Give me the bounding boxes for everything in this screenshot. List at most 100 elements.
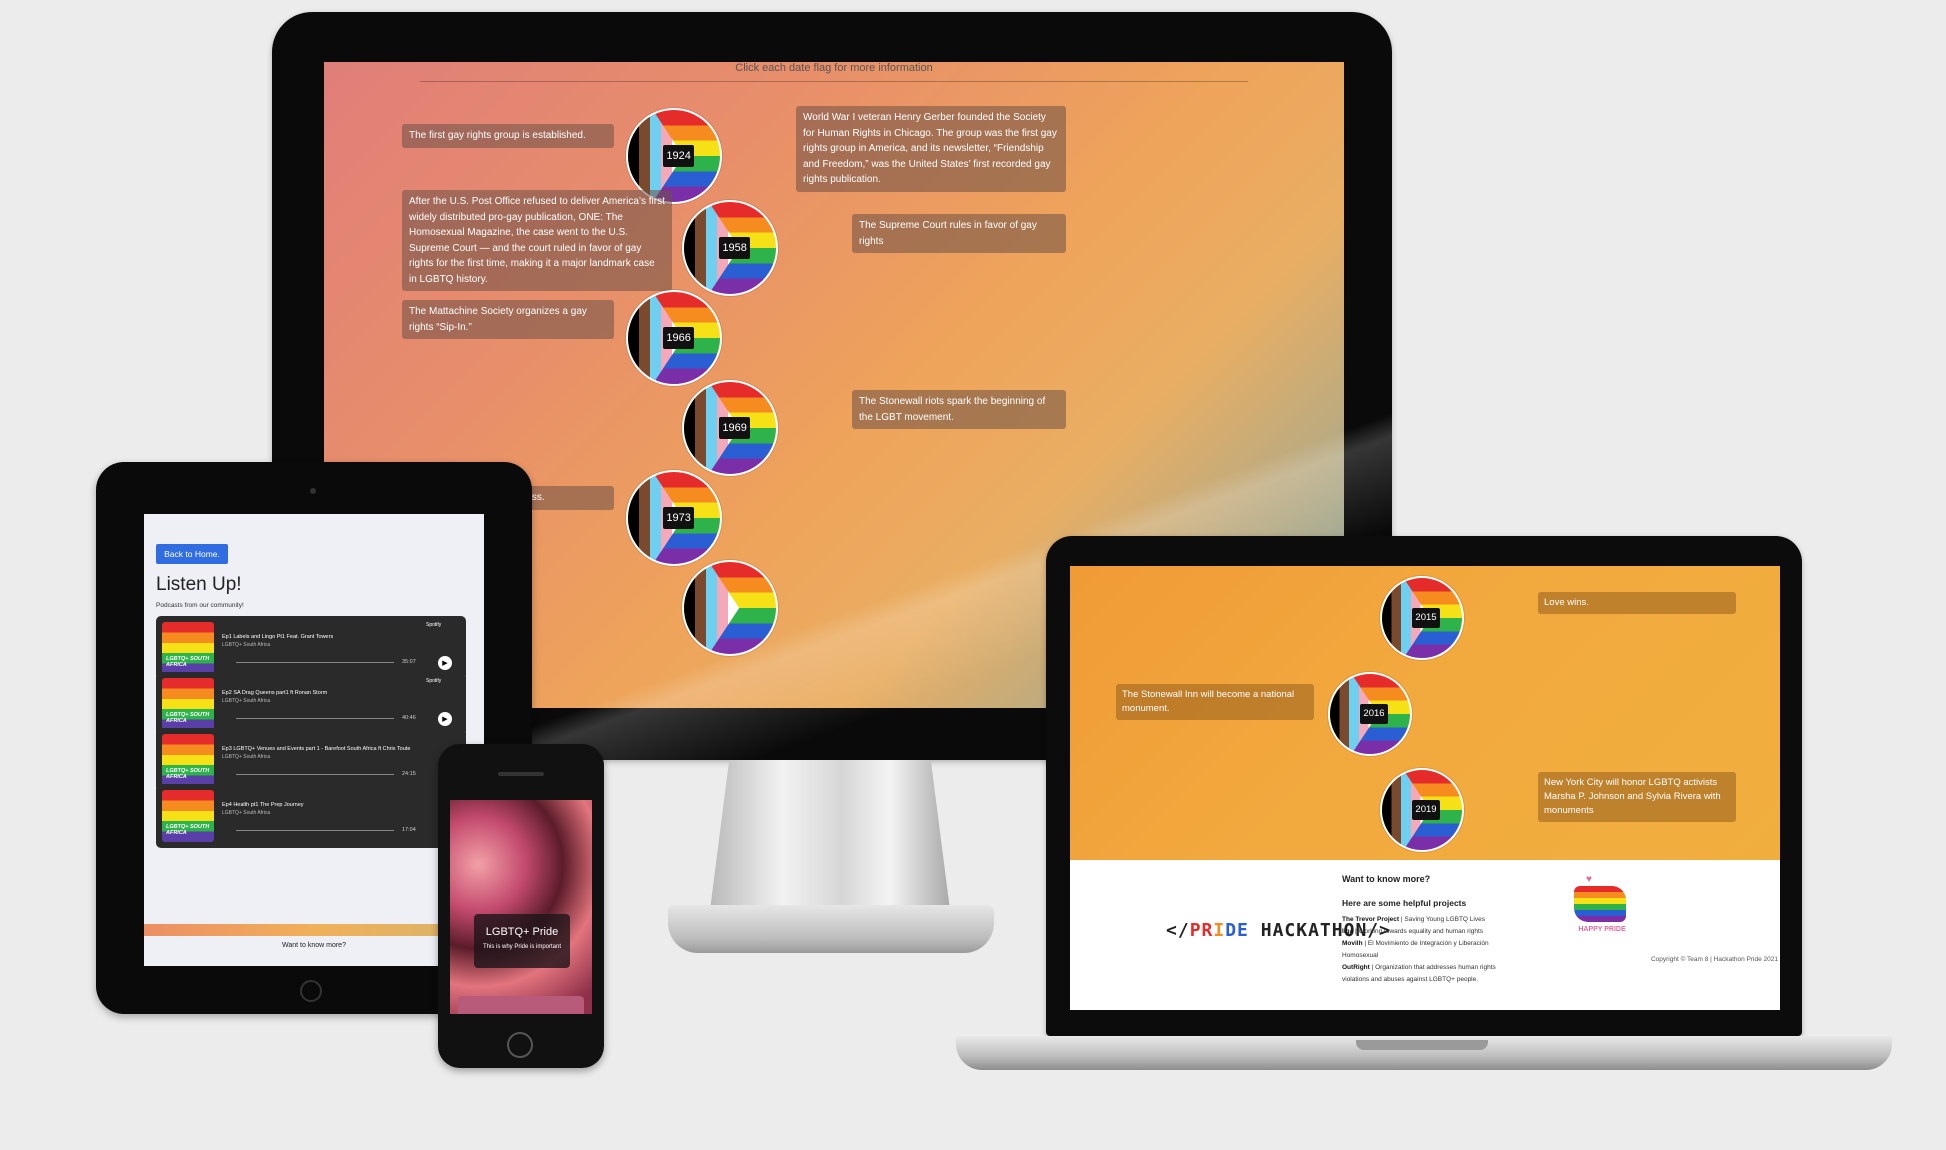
project-desc: | Saving Young LGBTQ Lives — [1399, 916, 1485, 923]
progress-bar[interactable] — [236, 774, 394, 775]
podcast-cover: LGBTQ+ SOUTH AFRICA — [162, 734, 214, 786]
monitor-stand-base — [668, 905, 994, 953]
flag-1973-button[interactable]: 1973 — [626, 470, 722, 566]
duration: 24:15 — [402, 771, 416, 777]
year-label: 1966 — [662, 326, 695, 350]
monitor-stand — [710, 760, 950, 910]
page-title: Listen Up! — [156, 574, 242, 595]
cover-text: LGBTQ+ SOUTH AFRICA — [166, 768, 210, 780]
project-item: OutRight | Organization that addresses h… — [1342, 962, 1522, 986]
podcast-player[interactable]: LGBTQ+ SOUTH AFRICA Ep4 Health pt1 The P… — [156, 784, 466, 848]
phone-screen: LGBTQ+ Pride This is why Pride is import… — [450, 800, 592, 1014]
podcast-player[interactable]: LGBTQ+ SOUTH AFRICA Ep2 SA Drag Queens p… — [156, 672, 466, 736]
phone: LGBTQ+ Pride This is why Pride is import… — [438, 744, 604, 1068]
footer-heading: Want to know more? — [1342, 874, 1431, 884]
logo-i: I — [1213, 920, 1226, 941]
podcast-title: Ep1 Labels and Lingo Pt1 Feat. Grant Tow… — [222, 634, 334, 640]
happy-pride-illustration: ♥ — [1570, 874, 1630, 930]
event-1969-summary: The Stonewall riots spark the beginning … — [852, 390, 1066, 429]
event-1924-detail: World War I veteran Henry Gerber founded… — [796, 106, 1066, 192]
podcast-title: Ep2 SA Drag Queens part1 ft Ronan Storm — [222, 690, 328, 696]
event-1966-summary: The Mattachine Society organizes a gay r… — [402, 300, 614, 339]
event-2015-summary: Love wins. — [1538, 592, 1736, 614]
year-label: 1973 — [662, 506, 695, 530]
speaker-icon — [498, 772, 544, 776]
rainbow-flag-icon — [1574, 886, 1626, 922]
project-item: The Trevor Project | Saving Young LGBTQ … — [1342, 914, 1522, 926]
year-label: 1924 — [662, 144, 695, 168]
play-icon[interactable]: ▶ — [438, 712, 452, 726]
event-1958-summary: The Supreme Court rules in favor of gay … — [852, 214, 1066, 253]
laptop: 2015 Love wins. The Stonewall Inn will b… — [1046, 536, 1802, 1036]
flag-2019-button[interactable]: 2019 — [1380, 768, 1464, 852]
site-footer: </PRIDE HACKATHON/> Want to know more? H… — [1070, 860, 1780, 1010]
duration: 40:46 — [402, 715, 416, 721]
page-subtitle: Podcasts from our community! — [156, 602, 244, 609]
play-icon[interactable]: ▶ — [438, 656, 452, 670]
hero-subtitle: This is why Pride is important — [482, 944, 562, 950]
gradient-strip — [144, 924, 484, 936]
project-link[interactable]: The Trevor Project — [1342, 916, 1399, 923]
year-label: 2015 — [1412, 608, 1440, 628]
duration: 17:04 — [402, 827, 416, 833]
event-2016-summary: The Stonewall Inn will become a national… — [1116, 684, 1314, 720]
logo-open: </ — [1166, 920, 1190, 941]
progress-bar[interactable] — [236, 718, 394, 719]
year-label: 1969 — [718, 416, 751, 440]
year-label: 1958 — [718, 236, 751, 260]
podcast-title: Ep3 LGBTQ+ Venues and Events part 1 - Ba… — [222, 746, 411, 752]
logo-de: DE — [1225, 920, 1249, 941]
year-label: 2016 — [1360, 704, 1388, 724]
phone-nav-button[interactable] — [458, 996, 584, 1014]
want-to-know-more: Want to know more? — [282, 942, 346, 949]
duration: 35:07 — [402, 659, 416, 665]
projects-heading: Here are some helpful projects — [1342, 898, 1467, 908]
home-button[interactable] — [300, 980, 322, 1002]
podcast-cover: LGBTQ+ SOUTH AFRICA — [162, 622, 214, 674]
laptop-screen: 2015 Love wins. The Stonewall Inn will b… — [1070, 566, 1780, 1010]
flag-1958-button[interactable]: 1958 — [682, 200, 778, 296]
podcast-show: LGBTQ+ South Africa — [222, 642, 271, 648]
event-1958-detail: After the U.S. Post Office refused to de… — [402, 190, 672, 291]
flag-1969-button[interactable]: 1969 — [682, 380, 778, 476]
event-1924-summary: The first gay rights group is establishe… — [402, 124, 614, 148]
cover-text: LGBTQ+ SOUTH AFRICA — [166, 656, 210, 668]
laptop-notch — [1356, 1040, 1488, 1050]
home-button[interactable] — [507, 1032, 533, 1058]
project-desc: | Working towards equality and human rig… — [1353, 928, 1484, 935]
flag-1966-button[interactable]: 1966 — [626, 290, 722, 386]
back-home-button[interactable]: Back to Home. — [156, 544, 228, 564]
flag-2015-button[interactable]: 2015 — [1380, 576, 1464, 660]
project-link[interactable]: Ilga — [1342, 928, 1353, 935]
divider — [420, 81, 1248, 82]
cover-text: LGBTQ+ SOUTH AFRICA — [166, 712, 210, 724]
podcast-player[interactable]: LGBTQ+ SOUTH AFRICA Ep3 LGBTQ+ Venues an… — [156, 728, 466, 792]
happy-pride-text: HAPPY PRIDE — [1578, 926, 1626, 933]
flag-2016-button[interactable]: 2016 — [1328, 672, 1412, 756]
podcast-show: LGBTQ+ South Africa — [222, 754, 271, 760]
copyright: Copyright © Team 8 | Hackathon Pride 202… — [1650, 956, 1778, 963]
hero-card: LGBTQ+ Pride This is why Pride is import… — [474, 914, 570, 968]
podcast-title: Ep4 Health pt1 The Prep Journey — [222, 802, 304, 808]
tablet-screen: Back to Home. Listen Up! Podcasts from o… — [144, 514, 484, 966]
podcast-show: LGBTQ+ South Africa — [222, 810, 271, 816]
projects-list: The Trevor Project | Saving Young LGBTQ … — [1342, 914, 1522, 986]
timeline-heading: Click each date flag for more informatio… — [735, 62, 933, 74]
event-2019-summary: New York City will honor LGBTQ activists… — [1538, 772, 1736, 822]
flag-next-button[interactable] — [682, 560, 778, 656]
project-link[interactable]: OutRight — [1342, 964, 1370, 971]
logo-pr: PR — [1189, 920, 1214, 941]
progress-bar[interactable] — [236, 662, 394, 663]
progress-bar[interactable] — [236, 830, 394, 831]
podcast-cover: LGBTQ+ SOUTH AFRICA — [162, 790, 214, 842]
progress-flag-icon — [684, 562, 740, 654]
spotify-logo: Spotify — [426, 678, 442, 684]
project-link[interactable]: Movilh — [1342, 940, 1363, 947]
cover-text: LGBTQ+ SOUTH AFRICA — [166, 824, 210, 836]
year-label: 2019 — [1412, 800, 1440, 820]
spotify-logo: Spotify — [426, 622, 442, 628]
podcast-cover: LGBTQ+ SOUTH AFRICA — [162, 678, 214, 730]
podcast-player[interactable]: LGBTQ+ SOUTH AFRICA Ep1 Labels and Lingo… — [156, 616, 466, 680]
hero-title: LGBTQ+ Pride — [485, 926, 559, 938]
heart-icon: ♥ — [1586, 874, 1592, 885]
